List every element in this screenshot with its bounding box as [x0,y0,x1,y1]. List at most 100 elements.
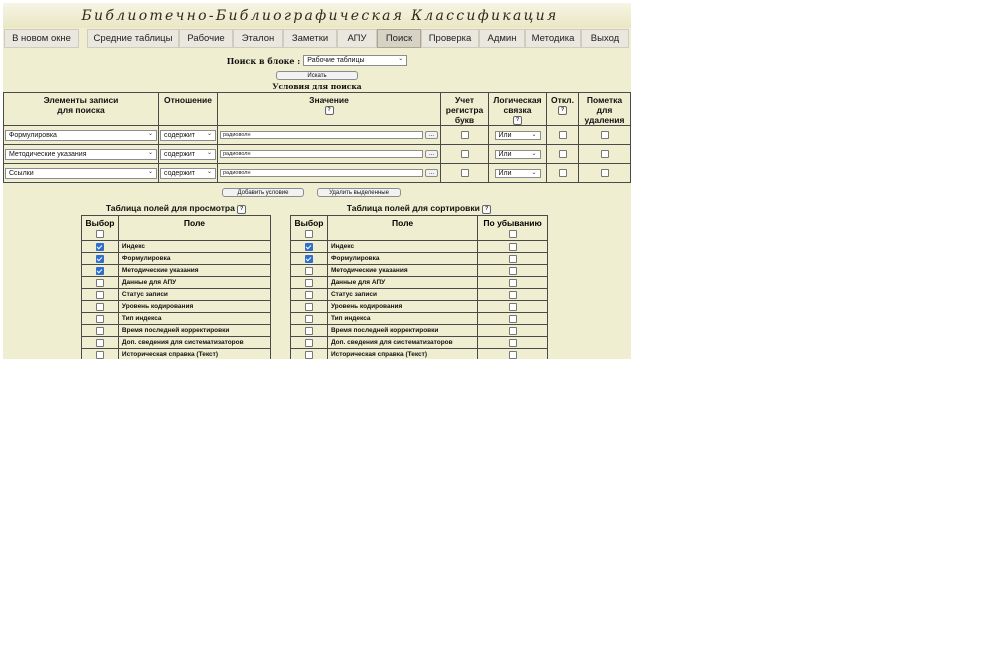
element-select[interactable]: Методические указания ⌄ [5,148,157,160]
header-logic: Логическая связка ? [488,91,547,127]
help-icon[interactable]: ? [513,116,522,126]
help-icon[interactable]: ? [482,204,492,214]
menu-item-admin[interactable]: Админ [479,29,525,48]
choice-checkbox[interactable] [95,302,104,311]
menu-item-new-window[interactable]: В новом окне [4,29,79,48]
sort-table-caption-text: Таблица полей для сортировки [346,203,480,214]
choice-checkbox[interactable] [304,350,313,359]
search-block-row: Поиск в блоке : Рабочие таблицы ⌄ [3,54,631,67]
search-block-select[interactable]: Рабочие таблицы ⌄ [303,55,408,66]
choice-checkbox[interactable] [95,314,104,323]
logic-select[interactable]: Или ⌄ [494,168,541,178]
value-input[interactable]: радиоволн [220,131,423,140]
choice-checkbox[interactable] [95,290,104,299]
relation-select[interactable]: содержит ⌄ [160,129,216,141]
menu-item-medium-tables[interactable]: Средние таблицы [87,29,179,48]
field-row: Уровень кодирования [290,300,548,314]
header-choice-label: Выбор [85,218,115,229]
descending-cell [477,348,548,359]
header-descending: По убыванию [477,215,548,242]
browse-button[interactable]: ... [425,169,438,178]
descending-checkbox[interactable] [508,278,517,287]
browse-button[interactable]: ... [425,131,438,140]
delete-mark-checkbox[interactable] [600,150,609,159]
field-row: Тип индекса [290,312,548,326]
choice-checkbox[interactable] [304,302,313,311]
chevron-down-icon: ⌄ [531,131,537,138]
menu-item-working[interactable]: Рабочие [179,29,233,48]
menu-item-apu[interactable]: АПУ [337,29,377,48]
choice-checkbox[interactable] [304,266,313,275]
help-icon[interactable]: ? [324,106,334,116]
search-button[interactable]: Искать [276,71,358,80]
choice-checkbox[interactable] [95,350,104,359]
logic-select[interactable]: Или ⌄ [494,130,541,140]
select-all-checkbox[interactable] [304,230,313,238]
menu-item-exit[interactable]: Выход [581,29,629,48]
help-icon[interactable]: ? [237,204,247,214]
descending-cell [477,324,548,338]
descending-checkbox[interactable] [508,242,517,251]
choice-checkbox[interactable] [304,326,313,335]
logic-select[interactable]: Или ⌄ [494,149,541,159]
menu-item-check[interactable]: Проверка [421,29,479,48]
descending-checkbox[interactable] [508,266,517,275]
descending-checkbox[interactable] [508,350,517,359]
descending-checkbox[interactable] [508,254,517,263]
case-checkbox[interactable] [460,169,469,178]
delete-mark-checkbox[interactable] [600,131,609,140]
choice-checkbox[interactable] [304,338,313,347]
delete-mark-checkbox[interactable] [600,169,609,178]
field-name: Статус записи [117,288,272,302]
off-checkbox[interactable] [558,150,567,159]
header-logic-line2: связка [503,105,532,115]
add-condition-button[interactable]: Добавить условие [222,188,304,198]
element-select[interactable]: Ссылки ⌄ [5,167,157,179]
menu-item-search[interactable]: Поиск [377,29,421,48]
case-checkbox[interactable] [460,150,469,159]
case-checkbox[interactable] [460,131,469,140]
descending-checkbox[interactable] [508,302,517,311]
descending-cell [477,336,548,350]
descending-checkbox[interactable] [508,290,517,299]
value-input[interactable]: радиоволн [220,169,423,178]
choice-checkbox[interactable] [304,290,313,299]
choice-checkbox[interactable] [95,266,104,275]
relation-select[interactable]: содержит ⌄ [160,167,216,179]
app-title: Библиотечно-Библиографическая Классифика… [81,7,559,24]
view-table-caption-text: Таблица полей для просмотра [105,203,235,214]
chevron-down-icon: ⌄ [147,130,153,137]
element-select[interactable]: Формулировка ⌄ [5,129,157,141]
relation-select-value: содержит [164,131,195,139]
menu-item-notes[interactable]: Заметки [283,29,337,48]
select-all-desc-checkbox[interactable] [508,230,517,238]
choice-checkbox[interactable] [95,278,104,287]
field-name: Тип индекса [326,312,479,326]
descending-checkbox[interactable] [508,326,517,335]
field-name: Индекс [117,240,272,254]
choice-cell [290,336,328,350]
value-input[interactable]: радиоволн [220,150,423,159]
off-checkbox[interactable] [558,131,567,140]
choice-checkbox[interactable] [95,338,104,347]
choice-checkbox[interactable] [95,326,104,335]
relation-select[interactable]: содержит ⌄ [160,148,216,160]
choice-cell [81,300,119,314]
field-name: Данные для АПУ [117,276,272,290]
select-all-checkbox[interactable] [95,230,104,238]
choice-checkbox[interactable] [304,254,313,263]
choice-checkbox[interactable] [95,242,104,251]
menu-item-methodics[interactable]: Методика [525,29,581,48]
descending-checkbox[interactable] [508,338,517,347]
choice-checkbox[interactable] [304,278,313,287]
descending-cell [477,276,548,290]
delete-selected-button[interactable]: Удалить выделенные [317,188,401,198]
off-checkbox[interactable] [558,169,567,178]
choice-checkbox[interactable] [95,254,104,263]
choice-checkbox[interactable] [304,314,313,323]
descending-checkbox[interactable] [508,314,517,323]
menu-item-etalon[interactable]: Эталон [233,29,283,48]
choice-checkbox[interactable] [304,242,313,251]
help-icon[interactable]: ? [558,106,567,116]
browse-button[interactable]: ... [425,150,438,159]
